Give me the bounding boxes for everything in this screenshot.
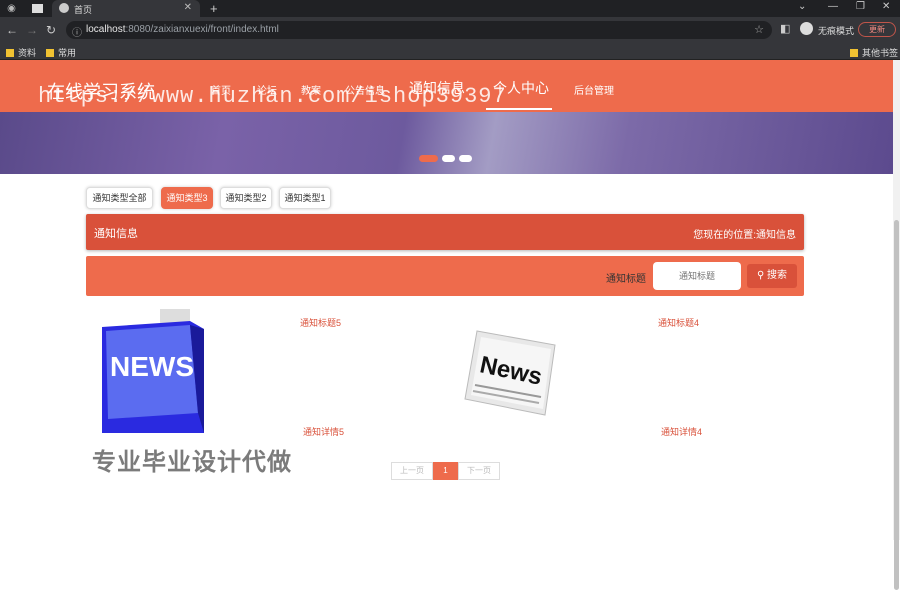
bookmarks-bar: 资料 常用 其他书签 bbox=[0, 42, 900, 60]
incognito-label: 无痕模式 bbox=[818, 26, 855, 36]
location-text: 您现在的位置:通知信息 bbox=[693, 230, 796, 241]
folder-icon bbox=[850, 49, 858, 57]
promo-watermark: 专业毕业设计代做 bbox=[92, 449, 292, 476]
new-tab-icon[interactable]: + bbox=[210, 1, 218, 16]
search-icon: ⚲ bbox=[756, 270, 765, 281]
close-window-icon[interactable]: ✕ bbox=[882, 1, 890, 12]
card-title[interactable]: 通知标题5 bbox=[300, 316, 341, 329]
minimize-icon[interactable]: — bbox=[828, 1, 838, 12]
breadcrumb: 通知信息 您现在的位置:通知信息 bbox=[86, 214, 804, 250]
forward-icon[interactable]: → bbox=[26, 23, 38, 37]
filter-type-2[interactable]: 通知类型2 bbox=[220, 187, 272, 209]
folder-icon bbox=[46, 49, 54, 57]
folder-icon bbox=[6, 49, 14, 57]
search-button[interactable]: ⚲ 搜索 bbox=[747, 264, 797, 288]
carousel-dot-active[interactable] bbox=[419, 155, 438, 162]
card-detail[interactable]: 通知详情5 bbox=[303, 425, 344, 438]
site-header: 在线学习系统 首页 论坛 教案 公告信息 通知信息 个人中心 后台管理 bbox=[0, 60, 893, 112]
banner-carousel bbox=[0, 112, 893, 174]
location-link[interactable]: 通知信息 bbox=[756, 230, 796, 241]
tab-favicon-icon bbox=[59, 3, 69, 13]
nav-forum[interactable]: 论坛 bbox=[257, 82, 277, 97]
nav-home[interactable]: 首页 bbox=[211, 82, 231, 97]
back-icon[interactable]: ← bbox=[6, 23, 18, 37]
filter-type-3[interactable]: 通知类型3 bbox=[161, 187, 213, 209]
filter-all[interactable]: 通知类型全部 bbox=[86, 187, 153, 209]
nav-user-center[interactable]: 个人中心 bbox=[493, 78, 549, 98]
nav-lesson-plans[interactable]: 教案 bbox=[301, 82, 321, 97]
scrollbar-thumb[interactable] bbox=[894, 220, 899, 590]
news-key-image[interactable]: NEWS bbox=[98, 309, 208, 437]
search-bar: 通知标题 ⚲ 搜索 bbox=[86, 256, 804, 296]
search-label: 通知标题 bbox=[606, 274, 646, 285]
prev-page-button[interactable]: 上一页 bbox=[391, 462, 433, 480]
nav-notices[interactable]: 通知信息 bbox=[409, 78, 465, 98]
card-title[interactable]: 通知标题4 bbox=[658, 316, 699, 329]
next-page-button[interactable]: 下一页 bbox=[458, 462, 500, 480]
nav-active-underline bbox=[486, 108, 552, 110]
bookmark-folder[interactable]: 常用 bbox=[46, 46, 76, 59]
page-scrollbar[interactable] bbox=[893, 60, 900, 590]
tab-search-icon[interactable]: ⌄ bbox=[798, 1, 806, 12]
browser-tab[interactable]: 首页 ✕ bbox=[52, 0, 200, 17]
browser-tab-bar: ◉ 首页 ✕ + ⌄ — ❐ ✕ bbox=[0, 0, 900, 17]
sidebar-icon[interactable]: ◧ bbox=[780, 22, 790, 35]
section-title: 通知信息 bbox=[94, 228, 138, 240]
incognito-icon bbox=[800, 22, 813, 35]
site-info-icon[interactable]: ⓘ bbox=[72, 24, 82, 39]
site-title: 在线学习系统 bbox=[47, 82, 155, 102]
restore-icon[interactable]: ❐ bbox=[856, 1, 865, 12]
address-bar[interactable]: ⓘ localhost:8080/zaixianxuexi/front/inde… bbox=[66, 21, 772, 39]
address-toolbar: ← → ↻ ⓘ localhost:8080/zaixianxuexi/fron… bbox=[0, 17, 900, 42]
page-1-button[interactable]: 1 bbox=[433, 462, 458, 480]
newspaper-image[interactable]: News bbox=[463, 323, 558, 418]
news-key-label: NEWS bbox=[110, 351, 194, 382]
update-button[interactable]: 更新 bbox=[858, 22, 896, 37]
bookmark-folder[interactable]: 资料 bbox=[6, 46, 36, 59]
nav-admin[interactable]: 后台管理 bbox=[574, 82, 614, 97]
reload-icon[interactable]: ↻ bbox=[46, 23, 56, 37]
filter-type-1[interactable]: 通知类型1 bbox=[279, 187, 331, 209]
bookmark-star-icon[interactable]: ☆ bbox=[754, 23, 764, 36]
close-tab-icon[interactable]: ✕ bbox=[184, 2, 192, 13]
search-input[interactable] bbox=[653, 262, 741, 290]
carousel-dot[interactable] bbox=[442, 155, 455, 162]
nav-announcements[interactable]: 公告信息 bbox=[345, 82, 385, 97]
other-bookmarks[interactable]: 其他书签 bbox=[850, 46, 898, 59]
tab-overview-icon[interactable] bbox=[32, 4, 43, 13]
card-detail[interactable]: 通知详情4 bbox=[661, 425, 702, 438]
browser-menu-icon[interactable]: ◉ bbox=[6, 3, 17, 14]
tab-title: 首页 bbox=[74, 5, 93, 15]
carousel-dot[interactable] bbox=[459, 155, 472, 162]
url-text: localhost:8080/zaixianxuexi/front/index.… bbox=[86, 24, 279, 35]
